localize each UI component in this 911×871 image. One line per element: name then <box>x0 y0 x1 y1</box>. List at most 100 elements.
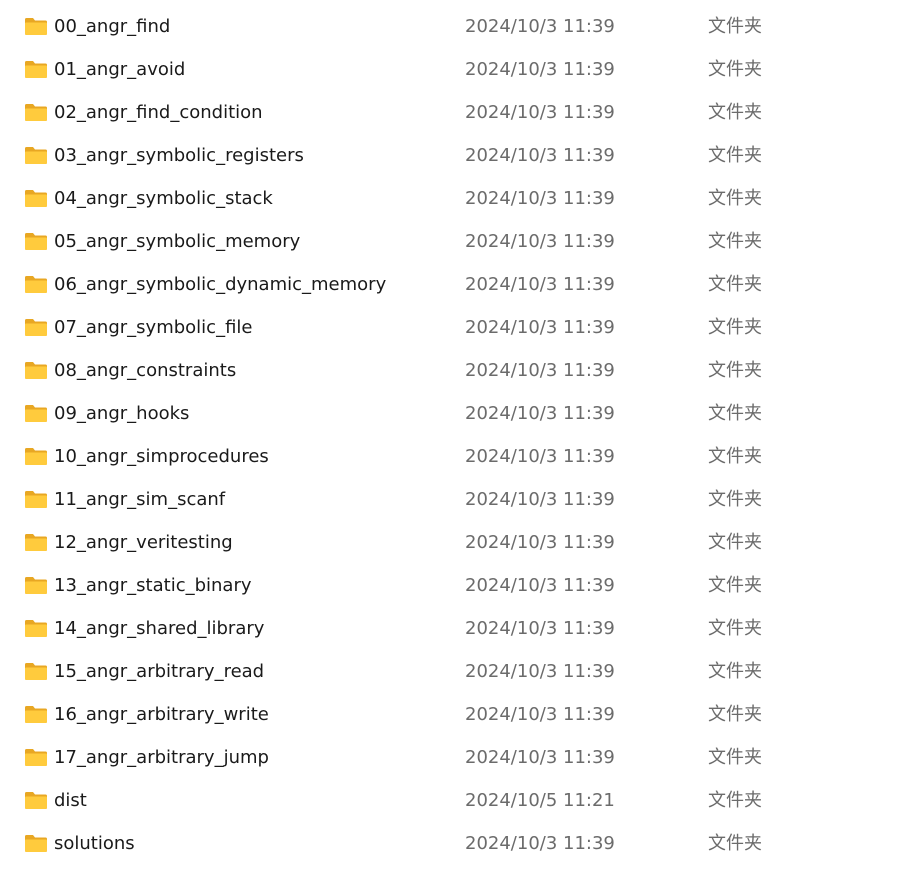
file-name: solutions <box>54 833 135 854</box>
date-modified: 2024/10/3 11:39 <box>465 704 615 725</box>
folder-icon <box>25 405 47 422</box>
file-name: 11_angr_sim_scanf <box>54 489 226 510</box>
file-type: 文件夹 <box>708 59 762 80</box>
file-row[interactable]: 15_angr_arbitrary_read 2024/10/3 11:39 文… <box>0 650 911 693</box>
date-modified: 2024/10/3 11:39 <box>465 446 615 467</box>
file-type: 文件夹 <box>708 747 762 768</box>
file-name: 04_angr_symbolic_stack <box>54 188 273 209</box>
file-type: 文件夹 <box>708 661 762 682</box>
folder-icon <box>25 362 47 379</box>
file-type: 文件夹 <box>708 704 762 725</box>
folder-icon <box>25 491 47 508</box>
file-row[interactable]: 17_angr_arbitrary_jump 2024/10/3 11:39 文… <box>0 736 911 779</box>
file-row[interactable]: 04_angr_symbolic_stack 2024/10/3 11:39 文… <box>0 177 911 220</box>
file-row[interactable]: 02_angr_find_condition 2024/10/3 11:39 文… <box>0 91 911 134</box>
file-type: 文件夹 <box>708 403 762 424</box>
file-type: 文件夹 <box>708 360 762 381</box>
date-modified: 2024/10/5 11:21 <box>465 790 615 811</box>
file-name: 05_angr_symbolic_memory <box>54 231 301 252</box>
file-name: 02_angr_find_condition <box>54 102 263 123</box>
file-name: dist <box>54 790 87 811</box>
file-type: 文件夹 <box>708 489 762 510</box>
date-modified: 2024/10/3 11:39 <box>465 102 615 123</box>
file-type: 文件夹 <box>708 833 762 854</box>
folder-icon <box>25 577 47 594</box>
file-row[interactable]: 07_angr_symbolic_file 2024/10/3 11:39 文件… <box>0 306 911 349</box>
file-name: 03_angr_symbolic_registers <box>54 145 304 166</box>
file-name: 10_angr_simprocedures <box>54 446 269 467</box>
file-name: 00_angr_find <box>54 16 171 37</box>
file-type: 文件夹 <box>708 231 762 252</box>
folder-icon <box>25 706 47 723</box>
date-modified: 2024/10/3 11:39 <box>465 403 615 424</box>
file-list: 00_angr_find 2024/10/3 11:39 文件夹 01_angr… <box>0 0 911 871</box>
file-row[interactable]: 16_angr_arbitrary_write 2024/10/3 11:39 … <box>0 693 911 736</box>
date-modified: 2024/10/3 11:39 <box>465 618 615 639</box>
folder-icon <box>25 190 47 207</box>
date-modified: 2024/10/3 11:39 <box>465 661 615 682</box>
date-modified: 2024/10/3 11:39 <box>465 231 615 252</box>
file-name: 01_angr_avoid <box>54 59 186 80</box>
folder-icon <box>25 319 47 336</box>
file-row[interactable]: 13_angr_static_binary 2024/10/3 11:39 文件… <box>0 564 911 607</box>
date-modified: 2024/10/3 11:39 <box>465 188 615 209</box>
folder-icon <box>25 620 47 637</box>
file-type: 文件夹 <box>708 102 762 123</box>
file-name: 17_angr_arbitrary_jump <box>54 747 269 768</box>
file-type: 文件夹 <box>708 618 762 639</box>
folder-icon <box>25 61 47 78</box>
folder-icon <box>25 147 47 164</box>
file-type: 文件夹 <box>708 145 762 166</box>
file-row[interactable]: 06_angr_symbolic_dynamic_memory 2024/10/… <box>0 263 911 306</box>
file-name: 08_angr_constraints <box>54 360 237 381</box>
file-name: 09_angr_hooks <box>54 403 190 424</box>
date-modified: 2024/10/3 11:39 <box>465 317 615 338</box>
date-modified: 2024/10/3 11:39 <box>465 532 615 553</box>
folder-icon <box>25 276 47 293</box>
file-type: 文件夹 <box>708 446 762 467</box>
file-name: 07_angr_symbolic_file <box>54 317 253 338</box>
file-row[interactable]: dist 2024/10/5 11:21 文件夹 <box>0 779 911 822</box>
date-modified: 2024/10/3 11:39 <box>465 360 615 381</box>
file-type: 文件夹 <box>708 575 762 596</box>
folder-icon <box>25 534 47 551</box>
file-row[interactable]: 01_angr_avoid 2024/10/3 11:39 文件夹 <box>0 48 911 91</box>
file-name: 16_angr_arbitrary_write <box>54 704 269 725</box>
folder-icon <box>25 448 47 465</box>
file-type: 文件夹 <box>708 790 762 811</box>
file-row[interactable]: solutions 2024/10/3 11:39 文件夹 <box>0 822 911 865</box>
file-row[interactable]: 14_angr_shared_library 2024/10/3 11:39 文… <box>0 607 911 650</box>
date-modified: 2024/10/3 11:39 <box>465 59 615 80</box>
file-name: 06_angr_symbolic_dynamic_memory <box>54 274 387 295</box>
date-modified: 2024/10/3 11:39 <box>465 489 615 510</box>
file-row[interactable]: 00_angr_find 2024/10/3 11:39 文件夹 <box>0 5 911 48</box>
folder-icon <box>25 663 47 680</box>
file-row[interactable]: 12_angr_veritesting 2024/10/3 11:39 文件夹 <box>0 521 911 564</box>
date-modified: 2024/10/3 11:39 <box>465 274 615 295</box>
date-modified: 2024/10/3 11:39 <box>465 575 615 596</box>
folder-icon <box>25 104 47 121</box>
file-name: 14_angr_shared_library <box>54 618 265 639</box>
date-modified: 2024/10/3 11:39 <box>465 747 615 768</box>
file-row[interactable]: 10_angr_simprocedures 2024/10/3 11:39 文件… <box>0 435 911 478</box>
folder-icon <box>25 835 47 852</box>
file-row[interactable]: 08_angr_constraints 2024/10/3 11:39 文件夹 <box>0 349 911 392</box>
file-name: 12_angr_veritesting <box>54 532 233 553</box>
date-modified: 2024/10/3 11:39 <box>465 145 615 166</box>
file-row[interactable]: 11_angr_sim_scanf 2024/10/3 11:39 文件夹 <box>0 478 911 521</box>
date-modified: 2024/10/3 11:39 <box>465 16 615 37</box>
folder-icon <box>25 749 47 766</box>
folder-icon <box>25 233 47 250</box>
file-type: 文件夹 <box>708 532 762 553</box>
file-type: 文件夹 <box>708 188 762 209</box>
file-row[interactable]: 05_angr_symbolic_memory 2024/10/3 11:39 … <box>0 220 911 263</box>
file-type: 文件夹 <box>708 317 762 338</box>
date-modified: 2024/10/3 11:39 <box>465 833 615 854</box>
file-type: 文件夹 <box>708 274 762 295</box>
file-row[interactable]: 09_angr_hooks 2024/10/3 11:39 文件夹 <box>0 392 911 435</box>
file-type: 文件夹 <box>708 16 762 37</box>
file-name: 15_angr_arbitrary_read <box>54 661 265 682</box>
file-row[interactable]: 03_angr_symbolic_registers 2024/10/3 11:… <box>0 134 911 177</box>
folder-icon <box>25 792 47 809</box>
folder-icon <box>25 18 47 35</box>
